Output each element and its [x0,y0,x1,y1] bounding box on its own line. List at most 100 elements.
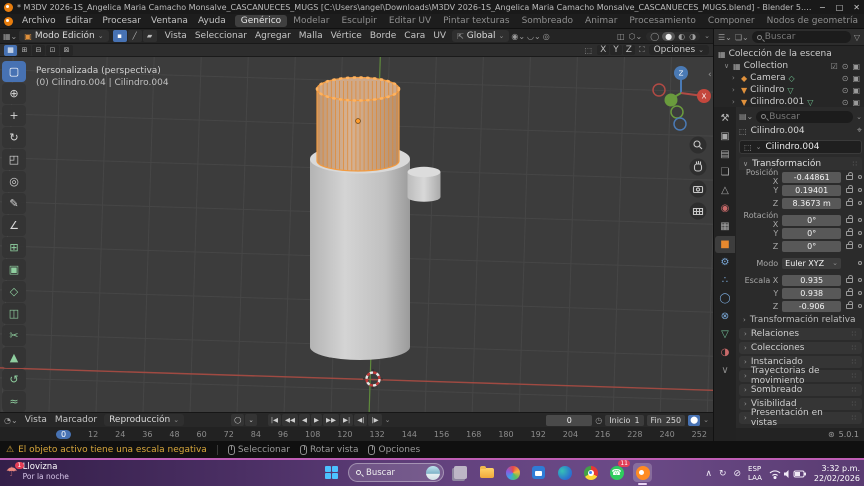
timeline-menu[interactable]: Marcador [51,415,101,425]
blender-menu-icon[interactable] [4,16,13,26]
outliner-editor-icon[interactable]: ☰⌄ [718,33,732,42]
rotation-x-field[interactable]: 0° [782,214,842,226]
lock-icon[interactable] [846,214,854,223]
tray-chevron-icon[interactable]: ∧ [705,469,712,479]
select-invert-icon[interactable]: ⊡ [46,44,59,56]
scale-z-field[interactable]: -0.906 [782,300,842,312]
3d-viewport[interactable]: Z X ‹ Personalizada (perspectiva) (0) Ci… [0,57,713,413]
workspace-tab[interactable]: Componer [702,15,761,27]
workspace-tab[interactable]: Editar UV [383,15,437,27]
blender-taskbar-button[interactable] [633,463,652,485]
annotate-tool[interactable]: ✎ [2,193,26,214]
pan-hand-button[interactable] [689,158,707,176]
animate-dot[interactable] [858,291,862,295]
prev-keyframe-button[interactable]: ◀◀ [282,414,299,426]
tabs-overflow[interactable]: ∨ [715,362,735,379]
lock-icon[interactable] [846,240,854,249]
orientation-selector[interactable]: ⇱ Global ⌄ [452,30,510,42]
expand-icon[interactable]: › [732,74,738,82]
inset-faces-tool[interactable]: ▣ [2,259,26,280]
animate-dot[interactable] [858,261,862,265]
workspace-tab[interactable]: Modelar [287,15,335,27]
relative-transform-panel[interactable]: › Transformación relativa [739,314,862,326]
pin-icon[interactable]: ⌖ [857,126,862,136]
outliner-item-cilindro-001[interactable]: › ▼ Cilindro.001 ▽ ⊙ ▣ [716,96,862,107]
minimize-button[interactable]: − [819,3,826,12]
camera-visibility-icon[interactable]: ▣ [852,98,860,107]
topbar-menu[interactable]: Ventana [146,16,193,26]
render-tab[interactable]: ▣ [715,128,735,145]
object-tab[interactable]: ■ [715,236,735,253]
maximize-button[interactable]: □ [836,3,844,12]
camera-visibility-icon[interactable]: ▣ [852,74,860,83]
rotation-y-field[interactable]: 0° [782,227,842,239]
muted-mic-icon[interactable]: ⊘ [734,469,742,479]
snap-magnet-icon[interactable]: ◡⌄ [527,32,541,41]
auto-keying-button[interactable]: ◯ [231,414,245,426]
workspace-tab[interactable]: Nodos de geometría [761,15,864,27]
data-tab[interactable]: ▽ [715,326,735,343]
lock-icon[interactable] [846,287,854,296]
gizmo-y-neg[interactable] [670,105,684,119]
camera-visibility-icon[interactable]: ▣ [852,62,860,71]
expand-icon[interactable]: ∨ [724,62,730,70]
mode-selector[interactable]: ▣ Modo Edición ⌄ [19,30,109,42]
timeline-ruler[interactable]: 0 12 24 36 48 60 72 84 96 108 120 132 144 156 168 180 19… [0,427,713,441]
camera-visibility-icon[interactable]: ▣ [852,86,860,95]
poly-build-tool[interactable]: ▲ [2,347,26,368]
select-intersect-icon[interactable]: ⊠ [60,44,73,56]
collection-tab[interactable]: ▦ [715,218,735,235]
options-dropdown[interactable]: Opciones ⌄ [648,45,709,55]
lock-icon[interactable] [846,171,854,180]
animate-dot[interactable] [858,218,862,222]
collection-row[interactable]: ∨ ▦ Collection ☑ ⊙ ▣ [716,60,862,72]
play-reverse-button[interactable]: ◀ [299,414,311,426]
hide-eye-icon[interactable]: ⊙ [842,74,849,83]
scale-x-field[interactable]: 0.935 [782,274,842,286]
weather-widget[interactable]: ☂ 1 Llovizna Por la noche [6,461,69,482]
handle-cylinder[interactable] [407,166,441,202]
select-extend-icon[interactable]: ⊞ [18,44,31,56]
gizmo-z-neg[interactable] [673,117,687,131]
hide-eye-icon[interactable]: ⊙ [842,62,849,71]
whatsapp-button[interactable]: ☎ 11 [607,460,630,482]
pivot-point-icon[interactable]: ◉⌄ [511,32,525,41]
chevron-down-icon[interactable]: ⌄ [703,416,709,424]
viewport-menu[interactable]: Cara [400,31,429,41]
viewport-menu[interactable]: Vista [161,31,191,41]
move-tool[interactable]: + [2,105,26,126]
animate-dot[interactable] [858,201,862,205]
chevron-down-icon[interactable]: ⌄ [856,113,862,121]
spin-tool[interactable]: ↺ [2,369,26,390]
workspace-tab[interactable]: Animar [579,15,623,27]
animate-dot[interactable] [858,244,862,248]
wireframe-shading[interactable]: ◯ [649,32,660,41]
taskbar-search[interactable]: Buscar [348,463,444,482]
mug-body-cylinder[interactable] [310,144,410,361]
perspective-toggle-button[interactable] [689,202,707,220]
material-tab[interactable]: ◑ [715,344,735,361]
select-box-tool[interactable]: ▢ [2,61,26,82]
camera-view-button[interactable] [689,180,707,198]
editor-type-icon[interactable]: ▦⌄ [3,32,17,41]
lock-icon[interactable] [846,184,854,193]
workspace-tab[interactable]: Esculpir [335,15,382,27]
animate-dot[interactable] [858,188,862,192]
xray-toggle-icon[interactable]: ◫ [617,32,625,41]
chrome-button[interactable] [581,463,600,482]
topbar-menu[interactable]: Editar [61,16,98,26]
panel-trayectorias[interactable]: › Trayectorias de movimiento ∷ [739,366,862,386]
panel-presentacion[interactable]: › Presentación en vistas ∷ [739,408,862,428]
view-layer-tab[interactable]: ❏ [715,164,735,181]
mirror-axis-button[interactable]: Y [610,45,622,55]
workspace-tab[interactable]: Procesamiento [623,15,702,27]
mirror-axis-button[interactable]: Z [622,45,635,55]
lock-icon[interactable] [846,197,854,206]
loop-cut-tool[interactable]: ◫ [2,303,26,324]
frame-forward-button[interactable]: |▶ [368,414,382,426]
play-button[interactable]: ▶ [311,414,323,426]
cursor-tool[interactable]: ⊕ [2,83,26,104]
viewport-menu[interactable]: Agregar [251,31,295,41]
scene-tab[interactable]: △ [715,182,735,199]
rotation-z-field[interactable]: 0° [782,240,842,252]
